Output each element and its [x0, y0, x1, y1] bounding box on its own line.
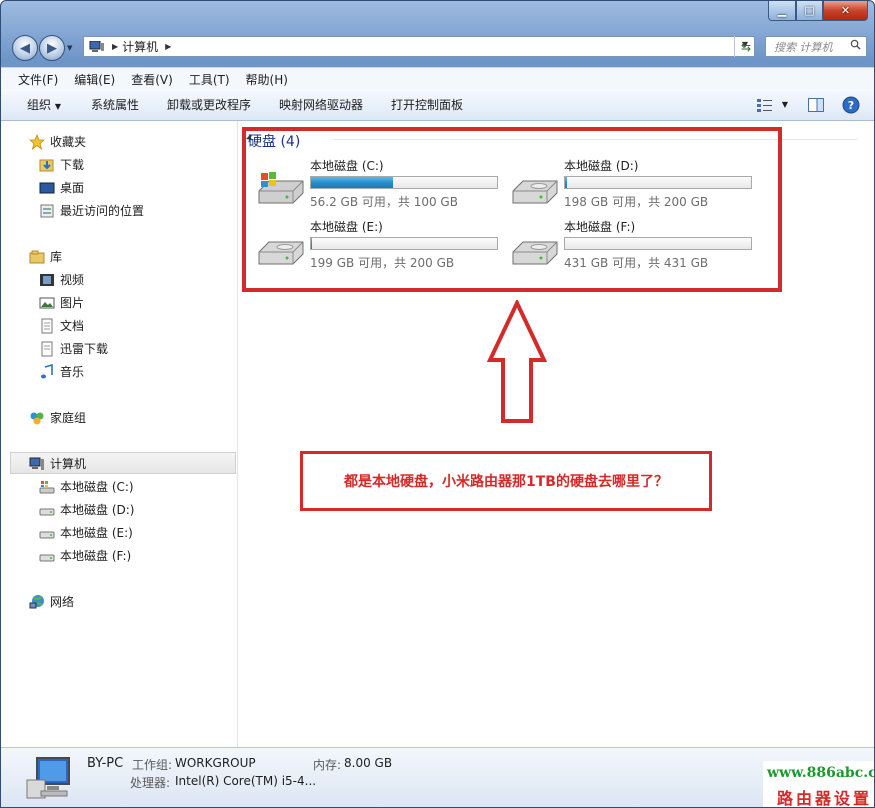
- cpu-label: 处理器:: [130, 776, 171, 790]
- nav-favorites[interactable]: 收藏夹: [29, 133, 86, 150]
- watermark: www.886abc.com 路由器设置: [763, 761, 874, 808]
- nav-recent-places[interactable]: 最近访问的位置: [39, 202, 144, 219]
- watermark-text: 路由器设置: [777, 789, 873, 808]
- computer-name: BY-PC: [87, 756, 124, 771]
- hard-drive-icon: [39, 548, 55, 564]
- arrow-left-icon: ◀: [20, 40, 30, 56]
- menu-bar: 文件(F) 编辑(E) 查看(V) 工具(T) 帮助(H): [1, 67, 874, 90]
- nav-drive-f[interactable]: 本地磁盘 (F:): [39, 547, 131, 564]
- workgroup-value: WORKGROUP: [175, 756, 256, 770]
- picture-icon: [39, 295, 55, 311]
- menu-edit[interactable]: 编辑(E): [66, 71, 123, 88]
- nav-homegroup[interactable]: 家庭组: [29, 409, 86, 426]
- chevron-down-icon: ▼: [54, 102, 61, 111]
- recent-places-icon: [39, 203, 55, 219]
- computer-icon: [26, 757, 70, 799]
- annotation-callout: 都是本地硬盘，小米路由器那1TB的硬盘去哪里了？: [300, 451, 712, 511]
- navigation-pane: 收藏夹 下载 桌面 最近访问的位置 库 视频 图片 文档 迅雷下载 音乐 家庭组…: [1, 121, 238, 747]
- network-icon: [29, 594, 45, 610]
- computer-icon: [89, 41, 104, 52]
- refresh-button[interactable]: ⇆: [734, 36, 757, 57]
- annotation-arrow-up-icon: [487, 300, 547, 423]
- nav-drive-c[interactable]: 本地磁盘 (C:): [39, 478, 134, 495]
- address-field[interactable]: ▶ 计算机 ▶ ▼: [83, 36, 755, 57]
- computer-icon: [29, 456, 45, 472]
- menu-help[interactable]: 帮助(H): [238, 71, 296, 88]
- system-drive-icon: [39, 479, 55, 495]
- watermark-url: www.886abc.com: [767, 765, 874, 781]
- system-properties-button[interactable]: 系统属性: [73, 96, 151, 113]
- preview-pane-icon[interactable]: [808, 97, 824, 112]
- nav-pictures[interactable]: 图片: [39, 294, 84, 311]
- memory-label: 内存:: [313, 758, 342, 772]
- recent-pages-dropdown[interactable]: ▼: [67, 44, 72, 52]
- document-icon: [39, 318, 55, 334]
- explorer-window: ▁ □ ✕ ◀ ▶ ▼ ▶ 计算机 ▶ ▼ ⇆ 搜索 计算机 文件(F) 编辑(…: [0, 0, 875, 808]
- nav-thunder-downloads[interactable]: 迅雷下载: [39, 340, 108, 357]
- nav-libraries[interactable]: 库: [29, 248, 62, 265]
- menu-tools[interactable]: 工具(T): [181, 71, 238, 88]
- nav-desktop[interactable]: 桌面: [39, 179, 84, 196]
- library-icon: [29, 249, 45, 265]
- star-icon: [29, 133, 45, 150]
- breadcrumb-chevron-icon[interactable]: ▶: [112, 42, 118, 51]
- address-bar-row: ◀ ▶ ▼ ▶ 计算机 ▶ ▼ ⇆ 搜索 计算机: [1, 31, 874, 63]
- map-network-drive-button[interactable]: 映射网络驱动器: [263, 96, 375, 113]
- nav-network[interactable]: 网络: [29, 593, 74, 610]
- caption-buttons: ▁ □ ✕: [768, 1, 868, 21]
- desktop-icon: [39, 180, 55, 196]
- refresh-icon: ⇆: [740, 39, 752, 54]
- hard-drive-icon: [39, 525, 55, 541]
- maximize-button[interactable]: □: [796, 1, 823, 21]
- nav-documents[interactable]: 文档: [39, 317, 84, 334]
- search-input[interactable]: 搜索 计算机: [765, 36, 867, 57]
- forward-button[interactable]: ▶: [39, 35, 65, 61]
- command-bar: 组织 ▼ 系统属性 卸载或更改程序 映射网络驱动器 打开控制面板 ▼ ?: [1, 89, 874, 121]
- organize-button[interactable]: 组织 ▼: [1, 96, 73, 113]
- menu-view[interactable]: 查看(V): [123, 71, 181, 88]
- minimize-button[interactable]: ▁: [768, 1, 796, 21]
- content-area: 收藏夹 下载 桌面 最近访问的位置 库 视频 图片 文档 迅雷下载 音乐 家庭组…: [1, 121, 874, 747]
- arrow-right-icon: ▶: [47, 40, 57, 56]
- breadcrumb-chevron-icon[interactable]: ▶: [165, 42, 171, 51]
- video-icon: [39, 272, 55, 288]
- close-button[interactable]: ✕: [823, 1, 868, 21]
- music-note-icon: [39, 363, 55, 380]
- change-view-icon[interactable]: [756, 98, 774, 112]
- svg-text:?: ?: [848, 99, 854, 112]
- search-icon: [850, 39, 861, 50]
- hard-drive-icon: [39, 502, 55, 518]
- cpu-value: Intel(R) Core(TM) i5-4...: [175, 774, 317, 788]
- view-controls: ▼ ?: [756, 89, 874, 120]
- uninstall-program-button[interactable]: 卸载或更改程序: [151, 96, 263, 113]
- annotation-highlight-box: [242, 127, 782, 292]
- nav-music[interactable]: 音乐: [39, 363, 84, 380]
- nav-drive-d[interactable]: 本地磁盘 (D:): [39, 501, 134, 518]
- download-folder-icon: [39, 157, 55, 173]
- menu-file[interactable]: 文件(F): [1, 71, 66, 88]
- back-button[interactable]: ◀: [12, 35, 38, 61]
- view-menu-chevron-icon[interactable]: ▼: [782, 100, 788, 109]
- nav-downloads[interactable]: 下载: [39, 156, 84, 173]
- homegroup-icon: [29, 410, 45, 426]
- breadcrumb-computer[interactable]: 计算机: [122, 38, 158, 55]
- help-icon[interactable]: ?: [842, 96, 860, 114]
- open-control-panel-button[interactable]: 打开控制面板: [375, 96, 475, 113]
- details-pane: BY-PC 工作组: WORKGROUP 内存: 8.00 GB 处理器: In…: [1, 747, 874, 807]
- document-icon: [39, 341, 55, 357]
- nav-videos[interactable]: 视频: [39, 271, 84, 288]
- nav-drive-e[interactable]: 本地磁盘 (E:): [39, 524, 133, 541]
- memory-value: 8.00 GB: [344, 756, 393, 770]
- workgroup-label: 工作组:: [132, 758, 173, 772]
- nav-computer[interactable]: 计算机: [29, 455, 86, 472]
